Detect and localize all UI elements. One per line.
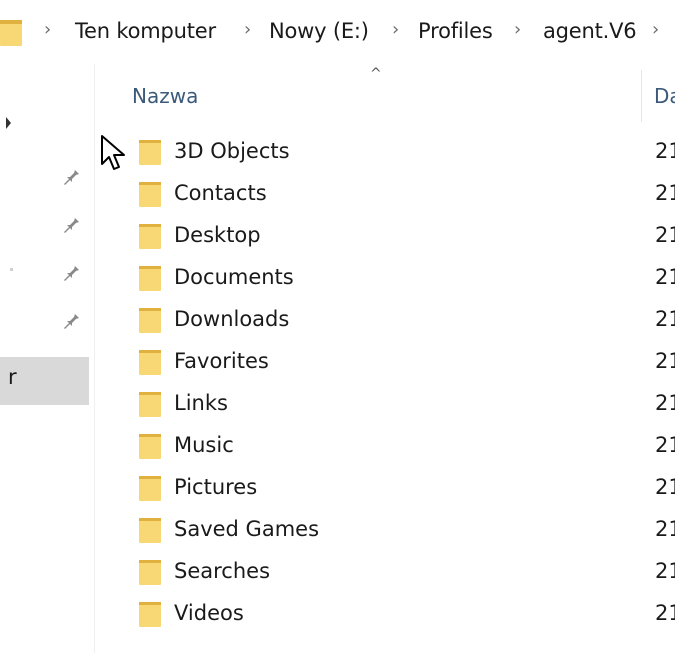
expand-arrow-icon[interactable] bbox=[6, 117, 12, 129]
folder-icon bbox=[139, 224, 161, 249]
list-item[interactable]: Favorites 21 bbox=[95, 343, 675, 385]
list-item[interactable]: Saved Games 21 bbox=[95, 511, 675, 553]
chevron-right-icon[interactable]: › bbox=[44, 19, 51, 40]
file-date: 21 bbox=[655, 223, 675, 247]
breadcrumb-item-agent-v6[interactable]: agent.V6 bbox=[543, 19, 637, 43]
file-date: 21 bbox=[655, 433, 675, 457]
list-item[interactable]: Contacts 21 bbox=[95, 175, 675, 217]
file-date: 21 bbox=[655, 265, 675, 289]
folder-icon bbox=[139, 266, 161, 291]
chevron-right-icon[interactable]: › bbox=[652, 19, 659, 40]
chevron-right-icon[interactable]: › bbox=[514, 19, 521, 40]
list-item[interactable]: Links 21 bbox=[95, 385, 675, 427]
folder-icon bbox=[139, 308, 161, 333]
folder-icon bbox=[139, 392, 161, 417]
list-item[interactable]: Pictures 21 bbox=[95, 469, 675, 511]
file-date: 21 bbox=[655, 181, 675, 205]
file-name: Saved Games bbox=[174, 517, 320, 541]
file-date: 21 bbox=[655, 307, 675, 331]
pin-icon[interactable] bbox=[60, 212, 82, 234]
nav-item-selected[interactable]: r bbox=[0, 357, 89, 405]
folder-icon bbox=[139, 476, 161, 501]
column-date-header[interactable]: Da bbox=[654, 84, 675, 108]
folder-icon bbox=[139, 434, 161, 459]
chevron-right-icon[interactable]: › bbox=[392, 19, 399, 40]
folder-icon bbox=[139, 350, 161, 375]
pin-icon[interactable] bbox=[60, 260, 82, 282]
file-date: 21 bbox=[655, 517, 675, 541]
file-name: Favorites bbox=[174, 349, 269, 373]
file-date: 21 bbox=[655, 391, 675, 415]
list-item[interactable]: Videos 21 bbox=[95, 595, 675, 637]
column-separator[interactable] bbox=[641, 70, 642, 122]
nav-marker bbox=[10, 268, 13, 271]
breadcrumb-item-profiles[interactable]: Profiles bbox=[418, 19, 493, 43]
chevron-right-icon[interactable]: › bbox=[244, 19, 251, 40]
list-item[interactable]: Searches 21 bbox=[95, 553, 675, 595]
folder-icon bbox=[139, 602, 161, 627]
mouse-cursor-icon bbox=[101, 135, 125, 170]
column-name-header[interactable]: Nazwa bbox=[132, 84, 198, 108]
file-name: 3D Objects bbox=[174, 139, 290, 163]
pin-icon[interactable] bbox=[60, 308, 82, 330]
file-name: Videos bbox=[174, 601, 244, 625]
list-item[interactable]: 3D Objects 21 bbox=[95, 133, 675, 175]
folder-icon bbox=[139, 140, 161, 165]
list-item[interactable]: Documents 21 bbox=[95, 259, 675, 301]
folder-icon bbox=[139, 518, 161, 543]
file-name: Links bbox=[174, 391, 228, 415]
file-name: Contacts bbox=[174, 181, 267, 205]
file-date: 21 bbox=[655, 601, 675, 625]
pin-icon[interactable] bbox=[60, 164, 82, 186]
file-date: 21 bbox=[655, 559, 675, 583]
file-name: Searches bbox=[174, 559, 271, 583]
file-date: 21 bbox=[655, 349, 675, 373]
sort-ascending-icon: ^ bbox=[370, 66, 382, 82]
folder-icon bbox=[0, 20, 22, 46]
file-name: Music bbox=[174, 433, 234, 457]
file-name: Downloads bbox=[174, 307, 290, 331]
folder-icon bbox=[139, 182, 161, 207]
file-name: Documents bbox=[174, 265, 294, 289]
file-name: Desktop bbox=[174, 223, 261, 247]
file-date: 21 bbox=[655, 475, 675, 499]
nav-item-label: r bbox=[8, 365, 17, 389]
list-item[interactable]: Desktop 21 bbox=[95, 217, 675, 259]
breadcrumb-item-ten-komputer[interactable]: Ten komputer bbox=[75, 19, 216, 43]
folder-icon bbox=[139, 560, 161, 585]
file-name: Pictures bbox=[174, 475, 258, 499]
file-date: 21 bbox=[655, 139, 675, 163]
list-item[interactable]: Music 21 bbox=[95, 427, 675, 469]
address-bar[interactable]: › Ten komputer › Nowy (E:) › Profiles › … bbox=[0, 0, 675, 64]
list-item[interactable]: Downloads 21 bbox=[95, 301, 675, 343]
breadcrumb-item-nowy-e[interactable]: Nowy (E:) bbox=[269, 19, 369, 43]
